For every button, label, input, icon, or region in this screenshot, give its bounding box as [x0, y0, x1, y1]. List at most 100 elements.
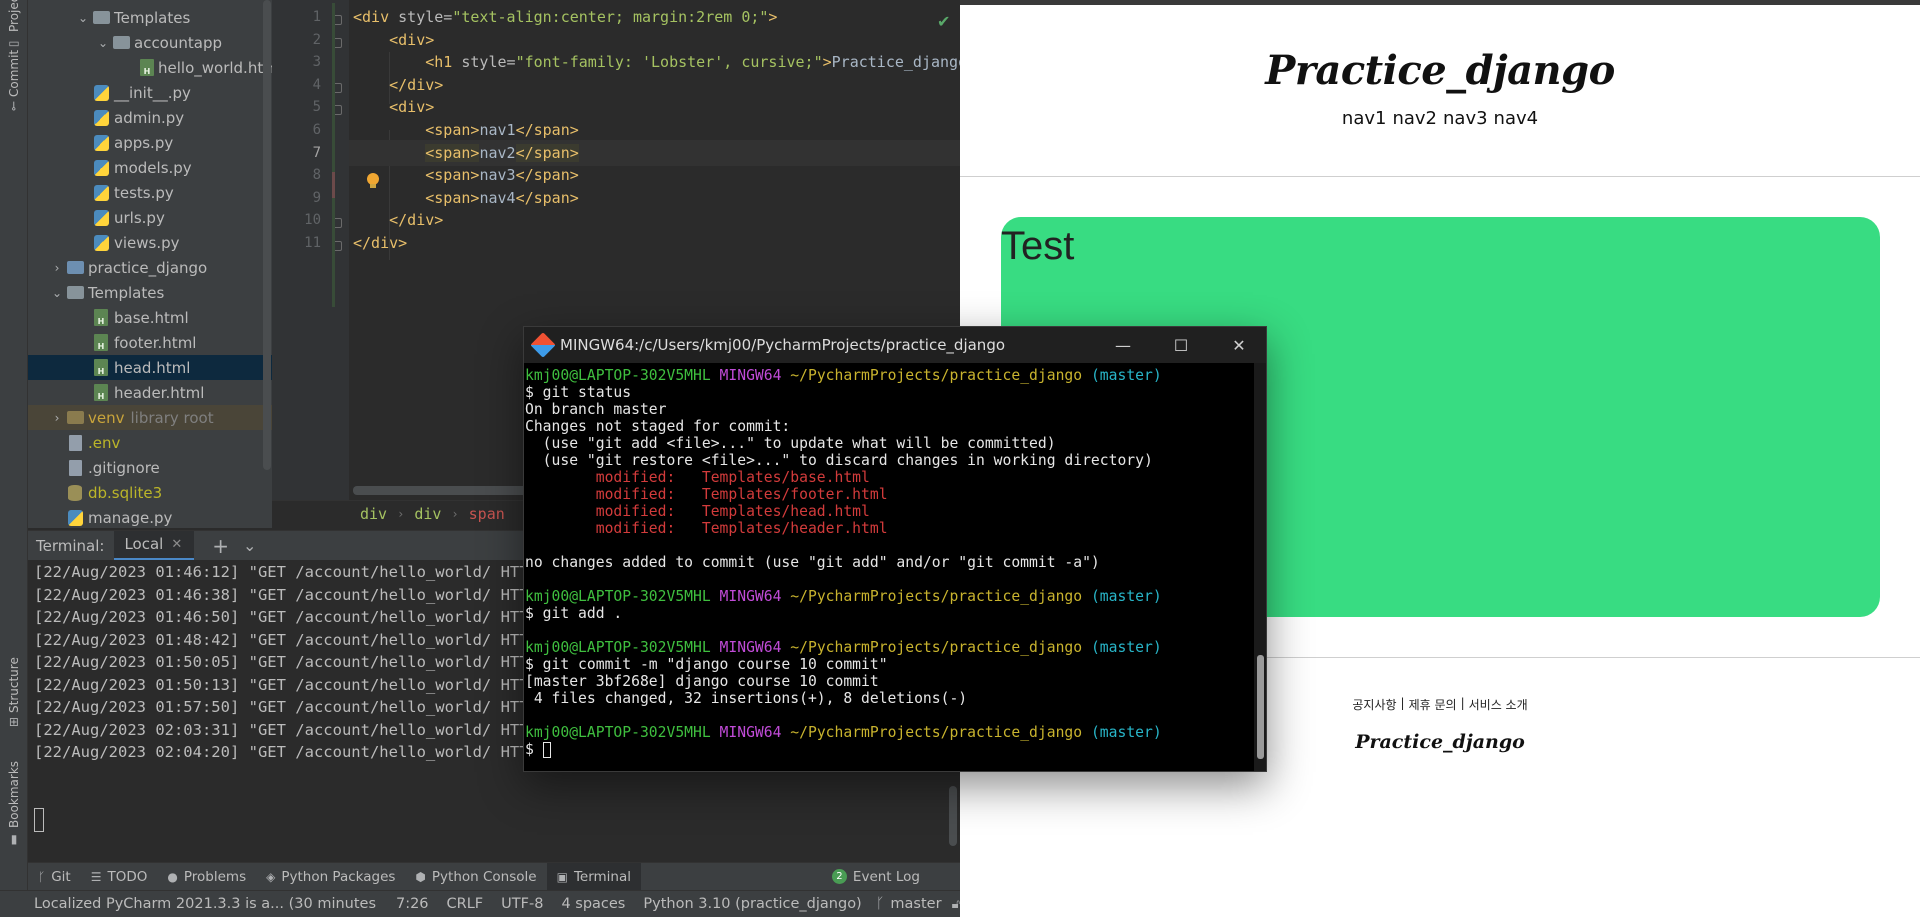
- nav-item-2[interactable]: nav2: [1392, 108, 1437, 129]
- python-interpreter[interactable]: Python 3.10 (practice_django): [643, 896, 861, 912]
- commit-tool-tab[interactable]: ⊸ Commit: [2, 48, 26, 112]
- code-line[interactable]: <h1 style="font-family: 'Lobster', cursi…: [353, 49, 960, 75]
- code-token: </div>: [389, 75, 444, 94]
- git-bash-output[interactable]: kmj00@LAPTOP-302V5MHL MINGW64 ~/PycharmP…: [524, 367, 1254, 771]
- tree-item-footer-html[interactable]: Hfooter.html: [28, 330, 272, 355]
- breadcrumb-item[interactable]: div: [414, 505, 441, 523]
- tool-window-python-console[interactable]: ⬢ Python Console: [405, 863, 546, 891]
- tree-item-tests-py[interactable]: tests.py: [28, 180, 272, 205]
- project-tool-tab[interactable]: ▭ Project: [2, 0, 26, 50]
- tree-item-head-html[interactable]: Hhead.html: [28, 355, 272, 380]
- bash-line: On branch master: [525, 401, 666, 418]
- bash-line: (use "git add <file>..." to update what …: [525, 435, 1056, 452]
- event-count-badge: 2: [831, 869, 847, 884]
- tab-local[interactable]: Local ✕: [114, 530, 195, 561]
- bash-line: kmj00@LAPTOP-302V5MHL MINGW64 ~/PycharmP…: [525, 588, 1162, 605]
- database-icon: [66, 484, 84, 502]
- bash-line: Changes not staged for commit:: [525, 418, 790, 435]
- tree-item-views-py[interactable]: views.py: [28, 230, 272, 255]
- tree-item-venv[interactable]: › venv library root: [28, 405, 272, 430]
- tree-item-label: base.html: [114, 308, 189, 327]
- tree-item--gitignore[interactable]: .gitignore: [28, 455, 272, 480]
- chevron-down-icon[interactable]: ⌄: [243, 536, 256, 555]
- project-scrollbar[interactable]: [263, 0, 271, 470]
- project-tab-label: Project: [7, 0, 21, 32]
- lock-icon[interactable]: 🔓︎: [952, 897, 960, 912]
- tree-item-base-html[interactable]: Hbase.html: [28, 305, 272, 330]
- chevron-right-icon[interactable]: ›: [48, 261, 66, 275]
- tree-item-templates[interactable]: ⌄ Templates: [28, 280, 272, 305]
- nav-item-4[interactable]: nav4: [1494, 108, 1539, 129]
- indent-setting[interactable]: 4 spaces: [561, 896, 625, 912]
- nav-item-3[interactable]: nav3: [1443, 108, 1488, 129]
- nav-item-1[interactable]: nav1: [1342, 108, 1387, 129]
- project-tree: ⌄ Templates ⌄ accountapp Hhello_world.html __…: [28, 0, 272, 528]
- tree-item-manage-py[interactable]: manage.py: [28, 505, 272, 528]
- breadcrumb-item[interactable]: span: [469, 505, 505, 523]
- tool-window-todo[interactable]: ☰ TODO: [81, 863, 158, 891]
- tree-item-db-sqlite3[interactable]: db.sqlite3: [28, 480, 272, 505]
- python-file-icon: [93, 109, 109, 126]
- new-terminal-button[interactable]: +: [212, 534, 229, 558]
- maximize-button[interactable]: ☐: [1152, 327, 1210, 363]
- tool-window-git[interactable]: ᚴ Git: [28, 863, 81, 891]
- structure-tool-tab[interactable]: ⊞ Structure: [2, 650, 26, 734]
- line-separator[interactable]: CRLF: [447, 896, 484, 912]
- close-button[interactable]: ✕: [1210, 327, 1266, 363]
- tree-item-header-html[interactable]: Hheader.html: [28, 380, 272, 405]
- git-bash-window[interactable]: MINGW64:/c/Users/kmj00/PycharmProjects/p…: [523, 326, 1267, 772]
- bash-text: (use "git restore <file>..." to discard …: [525, 452, 1153, 469]
- breadcrumb-item[interactable]: div: [360, 505, 387, 523]
- footer-link-about[interactable]: 서비스 소개: [1469, 696, 1528, 713]
- tree-item--init-py[interactable]: __init__.py: [28, 80, 272, 105]
- tree-item-admin-py[interactable]: admin.py: [28, 105, 272, 130]
- vcs-change-marker[interactable]: [332, 3, 335, 307]
- git-branch[interactable]: master: [890, 896, 941, 912]
- lightbulb-icon[interactable]: [366, 172, 380, 190]
- footer-link-partnership[interactable]: 제휴 문의: [1409, 696, 1457, 713]
- minimize-button[interactable]: —: [1094, 327, 1152, 363]
- tree-item-practice-django[interactable]: › practice_django: [28, 255, 272, 280]
- footer-link-notice[interactable]: 공지사항: [1352, 696, 1396, 713]
- git-bash-titlebar[interactable]: MINGW64:/c/Users/kmj00/PycharmProjects/p…: [524, 327, 1266, 363]
- tree-item-hint: library root: [130, 408, 214, 427]
- tree-item-apps-py[interactable]: apps.py: [28, 130, 272, 155]
- bookmarks-tool-tab[interactable]: ▮ Bookmarks: [2, 758, 26, 848]
- tool-window-problems[interactable]: ● Problems: [157, 863, 256, 891]
- tree-item-accountapp[interactable]: ⌄ accountapp: [28, 30, 272, 55]
- caret-position[interactable]: 7:26: [396, 896, 429, 912]
- code-token: <div: [353, 8, 399, 26]
- inspection-ok-icon[interactable]: ✔: [937, 12, 950, 31]
- vcs-modified-marker[interactable]: [332, 172, 335, 198]
- prompt-env: MINGW64: [719, 588, 782, 605]
- python-file-icon: [93, 134, 109, 151]
- close-icon[interactable]: ✕: [171, 537, 182, 552]
- tree-item-templates[interactable]: ⌄ Templates: [28, 5, 272, 30]
- tree-item-models-py[interactable]: models.py: [28, 155, 272, 180]
- chevron-right-icon[interactable]: ›: [48, 411, 66, 425]
- tool-window-label: Python Packages: [281, 868, 396, 885]
- terminal-scrollbar[interactable]: [949, 786, 957, 846]
- chevron-down-icon[interactable]: ⌄: [74, 11, 92, 25]
- code-token: Practice_django: [831, 53, 960, 72]
- chevron-down-icon[interactable]: ⌄: [94, 36, 112, 50]
- chevron-down-icon[interactable]: ⌄: [48, 286, 66, 300]
- tool-window-python-packages[interactable]: ◈ Python Packages: [256, 863, 405, 891]
- git-bash-scroll-thumb[interactable]: [1257, 655, 1264, 759]
- tree-item--env[interactable]: .env: [28, 430, 272, 455]
- html-file-icon: H: [140, 59, 154, 77]
- code-token: "font-family: 'Lobster', cursive;": [515, 53, 823, 72]
- status-message[interactable]: Localized PyCharm 2021.3.3 is a... (30 m…: [34, 896, 378, 912]
- tree-item-hello-world-html[interactable]: Hhello_world.html: [28, 55, 272, 80]
- tree-item-label: apps.py: [114, 133, 174, 152]
- tree-item-urls-py[interactable]: urls.py: [28, 205, 272, 230]
- tool-window-label: Terminal: [573, 868, 631, 885]
- folder-icon: [112, 34, 130, 52]
- event-log-button[interactable]: 2 Event Log: [822, 863, 930, 891]
- code-line[interactable]: </div>: [353, 230, 407, 256]
- python-file-icon: [92, 234, 110, 252]
- tool-window-terminal[interactable]: ▣ Terminal: [546, 862, 641, 891]
- file-encoding[interactable]: UTF-8: [501, 896, 543, 912]
- window-title: MINGW64:/c/Users/kmj00/PycharmProjects/p…: [560, 336, 1006, 354]
